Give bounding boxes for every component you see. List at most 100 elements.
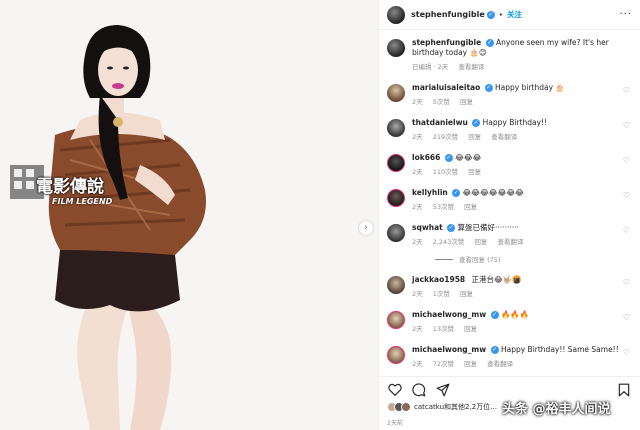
author-username[interactable]: stephenfungible	[411, 10, 485, 19]
comment-time: 2天	[412, 133, 423, 141]
heart-icon[interactable]	[387, 382, 403, 398]
verified-badge-icon: ✓	[452, 189, 461, 197]
comment-username[interactable]: marialuisaleitao	[412, 83, 480, 92]
verified-badge-icon: ✓	[444, 154, 453, 162]
verified-badge-icon: ✓	[490, 311, 499, 319]
reply-link[interactable]: 回复	[464, 360, 477, 368]
comment-likes[interactable]: 219次赞	[433, 133, 458, 141]
comment: jackkao1958 正港台😂🤟🏼🍘 2天 1次赞 回复 ♡	[387, 275, 632, 299]
see-translation-link[interactable]: 查看翻译	[458, 63, 484, 71]
comment: thatdanielwu ✓ Happy Birthday!! 2天 219次赞…	[387, 118, 632, 142]
follow-button[interactable]: 关注	[507, 9, 522, 20]
heart-icon[interactable]: ♡	[623, 278, 630, 287]
commenter-avatar[interactable]	[387, 119, 405, 137]
heart-icon[interactable]: ♡	[623, 191, 630, 200]
photo-illustration	[0, 0, 378, 430]
comment-likes[interactable]: 1次赞	[433, 290, 450, 298]
author-avatar[interactable]	[387, 5, 405, 24]
commenter-avatar[interactable]	[387, 346, 405, 364]
commenter-avatar[interactable]	[387, 84, 405, 102]
comment-likes[interactable]: 2,243次赞	[433, 238, 465, 246]
comment-likes[interactable]: 110次赞	[433, 168, 458, 176]
share-icon[interactable]	[435, 382, 451, 398]
comment-text: 算盤已備好··········	[457, 223, 519, 232]
heart-icon[interactable]: ♡	[623, 348, 630, 357]
photo-logo-cn: 電影傳說	[36, 177, 104, 197]
heart-icon[interactable]: ♡	[623, 226, 630, 235]
liker-avatar	[401, 402, 411, 412]
comment-username[interactable]: lok666	[412, 153, 440, 162]
commenter-avatar[interactable]	[387, 189, 405, 207]
comment-time: 2天	[412, 360, 423, 368]
comment-text: Happy Birthday!!	[482, 118, 548, 127]
comment: michaelwong_mw ✓ 🔥🔥🔥 2天 13次赞 回复 ♡	[387, 310, 632, 334]
comment-text: Happy Birthday!! Same Same!!	[500, 345, 619, 354]
comment-text: 正港台😂🤟🏼🍘	[471, 275, 522, 284]
comment-username[interactable]: michaelwong_mw	[412, 310, 486, 319]
comment: marialuisaleitao ✓ Happy birthday 🎂 2天 5…	[387, 83, 632, 107]
see-translation-link[interactable]: 查看翻译	[497, 238, 523, 246]
reply-link[interactable]: 回复	[464, 203, 477, 211]
chevron-right-icon[interactable]: ›	[358, 220, 374, 236]
comment-time: 2天	[412, 290, 423, 298]
reply-link[interactable]: 回复	[460, 98, 473, 106]
verified-badge-icon: ✓	[447, 224, 456, 232]
heart-icon[interactable]: ♡	[623, 86, 630, 95]
bookmark-icon[interactable]	[616, 382, 632, 398]
verified-badge-icon: ✓	[472, 119, 481, 127]
commenter-avatar[interactable]	[387, 276, 405, 294]
photo-logo-en: FILM LEGEND	[52, 197, 113, 206]
watermark: 头条 @裕丰人间说	[502, 402, 611, 417]
post-photo[interactable]: 電影傳說 FILM LEGEND	[0, 0, 378, 430]
commenter-avatar[interactable]	[387, 154, 405, 172]
comments-list[interactable]: stephenfungible ✓ Anyone seen my wife? I…	[379, 30, 640, 376]
view-replies-toggle[interactable]: 查看回复 (75)	[435, 254, 632, 264]
more-icon[interactable]: ···	[619, 9, 632, 20]
verified-badge-icon: ✓	[490, 346, 499, 354]
see-translation-link[interactable]: 查看翻译	[487, 360, 513, 368]
comment-username[interactable]: kellyhlin	[412, 188, 448, 197]
see-translation-link[interactable]: 查看翻译	[491, 133, 517, 141]
comment-likes[interactable]: 13次赞	[433, 325, 454, 333]
comment-time: 2天	[412, 325, 423, 333]
heart-icon[interactable]: ♡	[623, 156, 630, 165]
replies-line	[435, 258, 453, 260]
separator-dot: •	[498, 10, 503, 19]
verified-badge-icon: ✓	[484, 84, 493, 92]
reply-link[interactable]: 回复	[460, 290, 473, 298]
comment-username[interactable]: michaelwong_mw	[412, 345, 486, 354]
post-header: stephenfungible ✓ • 关注 ···	[379, 0, 640, 30]
caption: stephenfungible ✓ Anyone seen my wife? I…	[387, 38, 632, 72]
comment-time: 2天	[412, 98, 423, 106]
reply-link[interactable]: 回复	[474, 238, 487, 246]
commenter-avatar[interactable]	[387, 224, 405, 242]
edited-label: 已编辑	[412, 63, 432, 71]
heart-icon[interactable]: ♡	[623, 121, 630, 130]
comment-text: 😂😂😂	[455, 153, 482, 162]
view-replies-label[interactable]: 查看回复 (75)	[459, 254, 500, 264]
reply-link[interactable]: 回复	[464, 325, 477, 333]
heart-icon[interactable]: ♡	[623, 313, 630, 322]
comment-likes[interactable]: 72次赞	[433, 360, 454, 368]
post-sidebar: stephenfungible ✓ • 关注 ··· stephenfungib…	[378, 0, 640, 430]
comment-username[interactable]: jackkao1958	[412, 275, 465, 284]
reply-link[interactable]: 回复	[468, 168, 481, 176]
likes-text[interactable]: catcatku和其他2.2万位…	[414, 402, 497, 412]
comment: kellyhlin ✓ 😂😂😂😂😂😂😂 2天 53次赞 回复 ♡	[387, 188, 632, 212]
verified-badge-icon: ✓	[486, 10, 495, 19]
caption-username[interactable]: stephenfungible	[412, 38, 481, 47]
comment-username[interactable]: thatdanielwu	[412, 118, 468, 127]
comment-username[interactable]: sqwhat	[412, 223, 443, 232]
comment-likes[interactable]: 5次赞	[433, 98, 450, 106]
comment-likes[interactable]: 53次赞	[433, 203, 454, 211]
comment-time: 2天	[412, 203, 423, 211]
author-avatar[interactable]	[387, 39, 405, 57]
reply-link[interactable]: 回复	[468, 133, 481, 141]
commenter-avatar[interactable]	[387, 311, 405, 329]
verified-badge-icon: ✓	[485, 39, 494, 47]
comment-icon[interactable]	[411, 382, 427, 398]
comment: lok666 ✓ 😂😂😂 2天 110次赞 回复 ♡	[387, 153, 632, 177]
comment-text: 🔥🔥🔥	[500, 310, 529, 319]
comment-text: Happy birthday 🎂	[495, 83, 565, 92]
caption-time: · 2天	[433, 63, 449, 71]
